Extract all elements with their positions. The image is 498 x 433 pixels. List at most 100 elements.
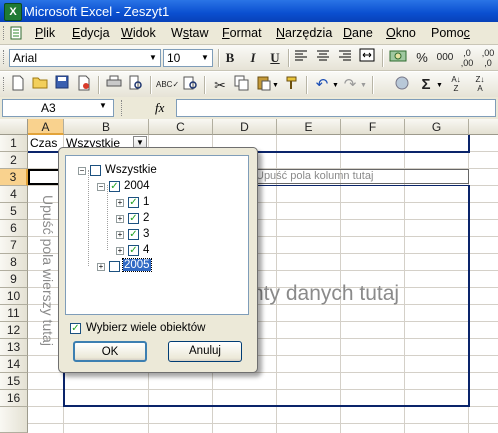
- col-header-e[interactable]: E: [277, 119, 341, 135]
- row-header-3[interactable]: 3: [0, 169, 28, 186]
- undo-icon[interactable]: ↶: [312, 75, 332, 95]
- print-icon[interactable]: [104, 75, 124, 95]
- chevron-down-icon[interactable]: ▼: [146, 50, 160, 66]
- save-icon[interactable]: [52, 75, 72, 95]
- menu-pomoc[interactable]: Pomoc: [431, 26, 470, 40]
- col-header-a[interactable]: A: [28, 119, 64, 135]
- row-header-6[interactable]: 6: [0, 220, 28, 237]
- collapse-icon[interactable]: −: [97, 183, 105, 191]
- checkbox-2005[interactable]: [109, 261, 120, 272]
- permission-icon[interactable]: [74, 75, 94, 95]
- print-preview-icon[interactable]: [126, 75, 146, 95]
- expand-icon[interactable]: +: [97, 263, 105, 271]
- name-box[interactable]: A3 ▼: [2, 99, 114, 117]
- col-header-c[interactable]: C: [149, 119, 213, 135]
- ok-button[interactable]: OK: [73, 341, 147, 362]
- col-header-b[interactable]: B: [64, 119, 149, 135]
- menu-plik[interactable]: Plik: [35, 26, 55, 40]
- document-icon[interactable]: [9, 26, 23, 40]
- checkbox-q3[interactable]: ✓: [128, 229, 139, 240]
- checkbox-2004[interactable]: ✓: [109, 181, 120, 192]
- paste-icon[interactable]: [254, 75, 274, 95]
- row-header-11[interactable]: 11: [0, 305, 28, 322]
- splitter[interactable]: [121, 100, 124, 116]
- chevron-down-icon[interactable]: ▼: [99, 101, 107, 110]
- row-header-12[interactable]: 12: [0, 322, 28, 339]
- align-right-icon[interactable]: [335, 48, 355, 68]
- menu-narzedzia[interactable]: Narzędzia: [276, 26, 332, 40]
- checkbox-q4[interactable]: ✓: [128, 245, 139, 256]
- font-size-combo[interactable]: 10 ▼: [163, 49, 213, 67]
- formula-input[interactable]: [176, 99, 496, 117]
- menu-format[interactable]: Format: [222, 26, 262, 40]
- row-header-16[interactable]: 16: [0, 390, 28, 407]
- chevron-down-icon[interactable]: ▼: [436, 82, 443, 89]
- align-left-icon[interactable]: [291, 48, 311, 68]
- row-header-14[interactable]: 14: [0, 356, 28, 373]
- autosum-icon[interactable]: Σ: [416, 75, 436, 95]
- select-all-corner[interactable]: [0, 119, 28, 135]
- percent-button[interactable]: %: [412, 48, 432, 68]
- row-header-4[interactable]: 4: [0, 186, 28, 203]
- italic-button[interactable]: I: [243, 48, 263, 68]
- chevron-down-icon[interactable]: ▼: [198, 50, 212, 66]
- row-header-10[interactable]: 10: [0, 288, 28, 305]
- currency-icon[interactable]: [388, 48, 408, 68]
- spelling-icon[interactable]: ABC✓: [156, 75, 179, 95]
- row-header-15[interactable]: 15: [0, 373, 28, 390]
- redo-icon[interactable]: ↷: [340, 75, 360, 95]
- thousands-button[interactable]: 000: [435, 48, 455, 68]
- col-header-g[interactable]: G: [405, 119, 469, 135]
- collapse-icon[interactable]: −: [78, 167, 86, 175]
- expand-icon[interactable]: +: [116, 199, 124, 207]
- row-header-8[interactable]: 8: [0, 254, 28, 271]
- multi-select-option[interactable]: ✓ Wybierz wiele obiektów: [70, 322, 250, 336]
- row-drop-zone[interactable]: Upuść pola wierszy tutaj: [38, 195, 56, 405]
- bold-button[interactable]: B: [220, 48, 240, 68]
- checkbox-q2[interactable]: ✓: [128, 213, 139, 224]
- multi-select-checkbox[interactable]: ✓: [70, 323, 81, 334]
- function-icon[interactable]: fx: [155, 100, 164, 116]
- format-painter-icon[interactable]: [282, 75, 302, 95]
- menu-edycja[interactable]: Edycja: [72, 26, 110, 40]
- col-header-h[interactable]: [469, 119, 498, 135]
- row-header-7[interactable]: 7: [0, 237, 28, 254]
- font-name-combo[interactable]: Arial ▼: [9, 49, 161, 67]
- hyperlink-icon[interactable]: [392, 75, 412, 95]
- expand-icon[interactable]: +: [116, 231, 124, 239]
- chevron-down-icon[interactable]: ▼: [272, 82, 279, 89]
- toolbar-grip[interactable]: [3, 26, 7, 40]
- research-icon[interactable]: [180, 75, 200, 95]
- increase-decimal-icon[interactable]: ,0,00: [457, 48, 477, 68]
- col-header-f[interactable]: F: [341, 119, 405, 135]
- row-header-17[interactable]: [0, 407, 28, 433]
- toolbar-grip[interactable]: [3, 77, 7, 91]
- row-header-5[interactable]: 5: [0, 203, 28, 220]
- checkbox-q1[interactable]: ✓: [128, 197, 139, 208]
- copy-icon[interactable]: [232, 75, 252, 95]
- new-file-icon[interactable]: [8, 75, 28, 95]
- expand-icon[interactable]: +: [116, 215, 124, 223]
- align-center-icon[interactable]: [313, 48, 333, 68]
- checkbox-all[interactable]: [90, 165, 101, 176]
- row-header-9[interactable]: 9: [0, 271, 28, 288]
- cancel-button[interactable]: Anuluj: [168, 341, 242, 362]
- menu-okno[interactable]: Okno: [386, 26, 416, 40]
- cut-icon[interactable]: ✂: [210, 75, 230, 95]
- menu-dane[interactable]: Dane: [343, 26, 373, 40]
- toolbar-grip[interactable]: [3, 50, 7, 64]
- open-folder-icon[interactable]: [30, 75, 50, 95]
- underline-button[interactable]: U: [265, 48, 285, 68]
- menu-widok[interactable]: Widok: [121, 26, 156, 40]
- cell-a1[interactable]: Czas: [30, 136, 57, 150]
- filter-tree[interactable]: − Wszystkie − ✓ 2004 + ✓ 1 + ✓ 2 + ✓ 3 +…: [65, 155, 249, 315]
- row-header-13[interactable]: 13: [0, 339, 28, 356]
- chevron-down-icon[interactable]: ▼: [360, 82, 367, 89]
- decrease-decimal-icon[interactable]: ,00,0: [478, 48, 498, 68]
- expand-icon[interactable]: +: [116, 247, 124, 255]
- row-header-2[interactable]: 2: [0, 152, 28, 169]
- col-header-d[interactable]: D: [213, 119, 277, 135]
- chevron-down-icon[interactable]: ▼: [332, 82, 339, 89]
- menu-wstaw[interactable]: Wstaw: [171, 26, 209, 40]
- row-header-1[interactable]: 1: [0, 135, 28, 152]
